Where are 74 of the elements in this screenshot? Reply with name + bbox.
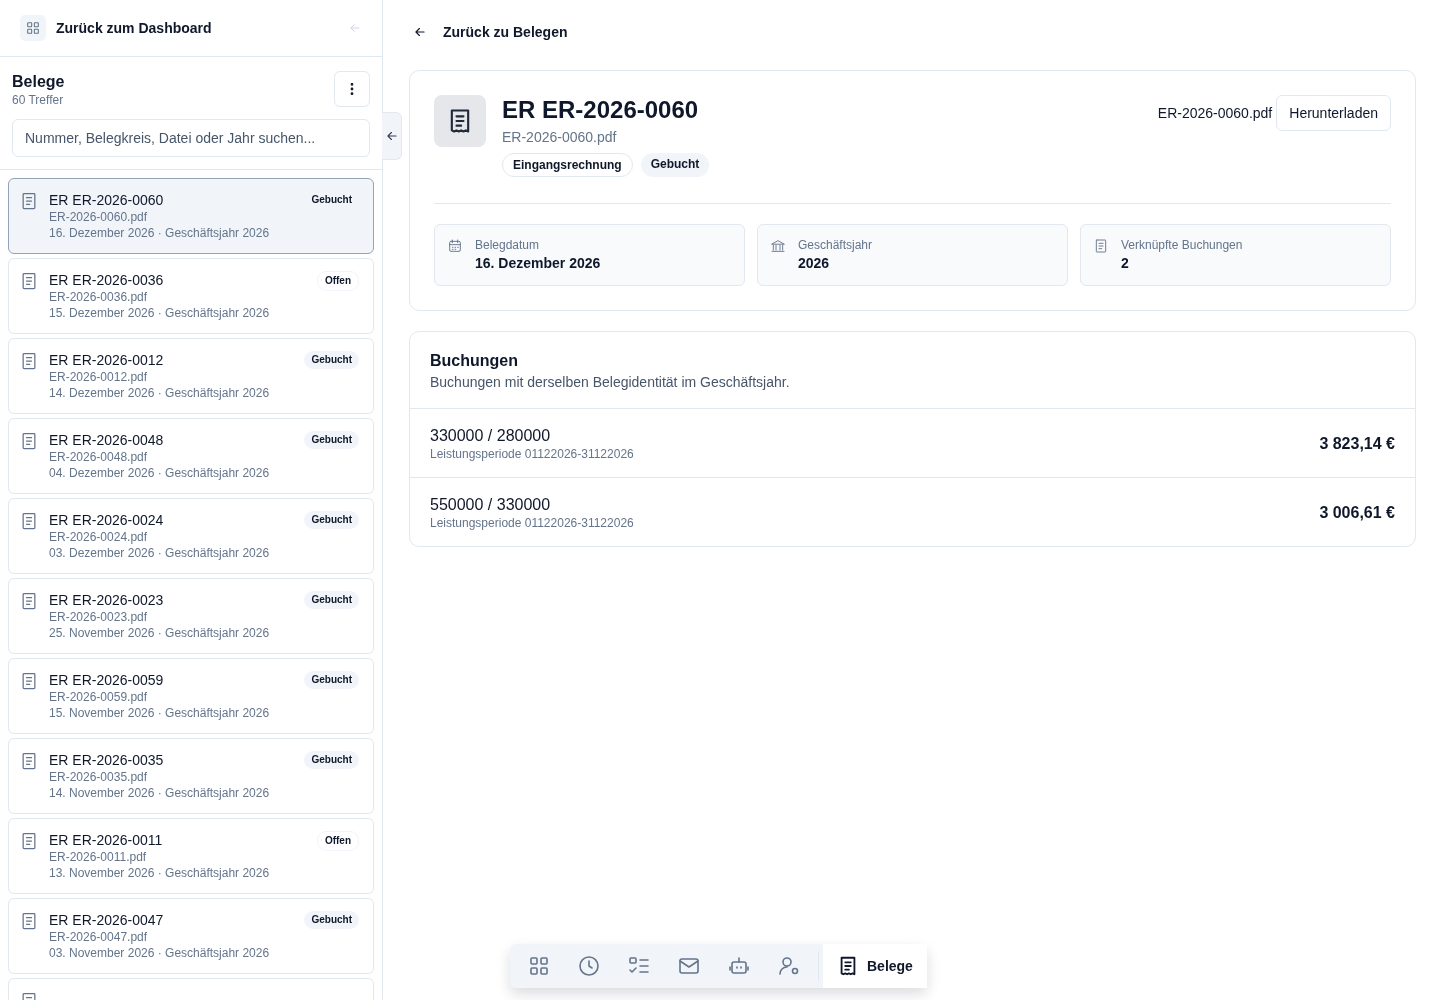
back-link[interactable]: Zurück zu Belegen — [409, 18, 572, 46]
account-pair: 330000 / 280000 — [430, 427, 552, 445]
amount: 3 006,61 € — [1319, 504, 1395, 522]
account-pair: 550000 / 330000 — [430, 496, 552, 514]
file-name: ER-2026-0048.pdf — [49, 449, 149, 465]
document-title: ER ER-2026-0059 — [49, 671, 165, 689]
document-list-item[interactable]: ER ER-2026-0036 ER-2026-0036.pdf 15. Dezember 2026 · Geschäftsjahr 2026 Offen — [8, 258, 374, 334]
sidebar-title: Belege — [12, 73, 65, 91]
file-name: ER-2026-0012.pdf — [49, 369, 149, 385]
document-meta: 03. Dezember 2026 · Geschäftsjahr 2026 — [49, 545, 271, 561]
document-list-item[interactable]: ER ER-2026-0035 ER-2026-0035.pdf 14. November 2026 · Geschäftsjahr 2026 Gebucht — [8, 738, 374, 814]
document-list-item[interactable]: ER ER-2026-0011 ER-2026-0011.pdf 13. November 2026 · Geschäftsjahr 2026 Offen — [8, 818, 374, 894]
document-list-item[interactable]: ER ER-2026-0012 ER-2026-0012.pdf 14. Dezember 2026 · Geschäftsjahr 2026 Gebucht — [8, 338, 374, 414]
file-name: ER-2026-0035.pdf — [49, 769, 149, 785]
dock-button[interactable]: Belege — [823, 944, 927, 988]
document-meta: 14. November 2026 · Geschäftsjahr 2026 — [49, 785, 271, 801]
section-subtitle: Buchungen mit derselben Belegidentität im Geschäftsjahr. — [430, 374, 791, 390]
status-badge: Gebucht — [304, 351, 359, 369]
document-list-item[interactable]: ER ER-2026-0023 ER-2026-0023.pdf 25. November 2026 · Geschäftsjahr 2026 Gebucht — [8, 578, 374, 654]
document-title: ER ER-2026-0048 — [49, 431, 165, 449]
file-name: ER-2026-0047.pdf — [49, 929, 149, 945]
document-title: ER ER-2026-0024 — [49, 511, 165, 529]
document-meta: 16. Dezember 2026 · Geschäftsjahr 2026 — [49, 225, 271, 241]
fact-value: 2 — [1121, 255, 1130, 271]
file-name: ER-2026-0023.pdf — [49, 609, 149, 625]
document-meta: 13. November 2026 · Geschäftsjahr 2026 — [49, 865, 271, 881]
status-badge: Offen — [316, 271, 359, 291]
document-title: ER ER-2026-0035 — [49, 751, 165, 769]
document-meta: 15. Dezember 2026 · Geschäftsjahr 2026 — [49, 305, 271, 321]
document-title: ER ER-2026-0047 — [49, 911, 165, 929]
document-list-item[interactable]: ER ER-2026-0024 ER-2026-0024.pdf 03. Dezember 2026 · Geschäftsjahr 2026 Gebucht — [8, 498, 374, 574]
dashboard-link[interactable]: Zurück zum Dashboard — [56, 20, 212, 36]
fact-label: Belegdatum — [475, 238, 541, 252]
file-name: ER-2026-0024.pdf — [49, 529, 149, 545]
document-title: ER ER-2026-0011 — [49, 831, 164, 849]
document-list-item[interactable]: ER ER-2026-0060 ER-2026-0060.pdf 16. Dezember 2026 · Geschäftsjahr 2026 Gebucht — [8, 178, 374, 254]
fact-value: 16. Dezember 2026 — [475, 255, 601, 271]
status-badge: Gebucht — [304, 911, 359, 929]
file-name: ER-2026-0011.pdf — [49, 849, 148, 865]
file-name: ER-2026-0036.pdf — [49, 289, 149, 305]
document-title: ER ER-2026-0023 — [49, 591, 165, 609]
result-count: 60 Treffer — [12, 93, 65, 107]
file-name: ER-2026-0060.pdf — [1157, 105, 1273, 121]
document-meta: 25. November 2026 · Geschäftsjahr 2026 — [49, 625, 271, 641]
document-meta: 03. November 2026 · Geschäftsjahr 2026 — [49, 945, 271, 961]
fact-label: Geschäftsjahr — [798, 238, 873, 252]
service-period: Leistungsperiode 01122026-31122026 — [430, 516, 634, 530]
status-badge: Gebucht — [304, 671, 359, 689]
tag: Gebucht — [640, 153, 710, 177]
section-title: Buchungen — [430, 352, 519, 370]
fact-label: Verknüpfte Buchungen — [1121, 238, 1243, 252]
document-title: ER ER-2026-0036 — [49, 271, 165, 289]
amount: 3 823,14 € — [1319, 435, 1395, 453]
status-badge: Offen — [316, 831, 359, 851]
file-name: ER-2026-0060.pdf — [49, 209, 149, 225]
download-button[interactable]: Herunterladen — [1276, 95, 1391, 131]
document-meta: 14. Dezember 2026 · Geschäftsjahr 2026 — [49, 385, 271, 401]
file-name: ER-2026-0060.pdf — [502, 129, 618, 145]
search-field[interactable]: Nummer, Belegkreis, Datei oder Jahr suchen... — [12, 119, 370, 157]
fact-value: 2026 — [798, 255, 831, 271]
status-badge: Gebucht — [304, 511, 359, 529]
document-list-item[interactable]: ER ER-2026-0047 ER-2026-0047.pdf 03. November 2026 · Geschäftsjahr 2026 Gebucht — [8, 898, 374, 974]
document-list-item[interactable]: ER ER-2026-0048 ER-2026-0048.pdf 04. Dezember 2026 · Geschäftsjahr 2026 Gebucht — [8, 418, 374, 494]
status-badge: Gebucht — [304, 591, 359, 609]
document-title: ER ER-2026-0012 — [49, 351, 165, 369]
status-badge: Gebucht — [304, 751, 359, 769]
document-heading: ER ER-2026-0060 — [502, 95, 700, 125]
document-meta: 15. November 2026 · Geschäftsjahr 2026 — [49, 705, 271, 721]
document-meta: 04. Dezember 2026 · Geschäftsjahr 2026 — [49, 465, 271, 481]
file-name: ER-2026-0059.pdf — [49, 689, 149, 705]
document-list-item[interactable]: ER ER-2026-0059 ER-2026-0059.pdf 15. November 2026 · Geschäftsjahr 2026 Gebucht — [8, 658, 374, 734]
service-period: Leistungsperiode 01122026-31122026 — [430, 447, 634, 461]
document-title: ER ER-2026-0060 — [49, 191, 165, 209]
status-badge: Gebucht — [304, 431, 359, 449]
